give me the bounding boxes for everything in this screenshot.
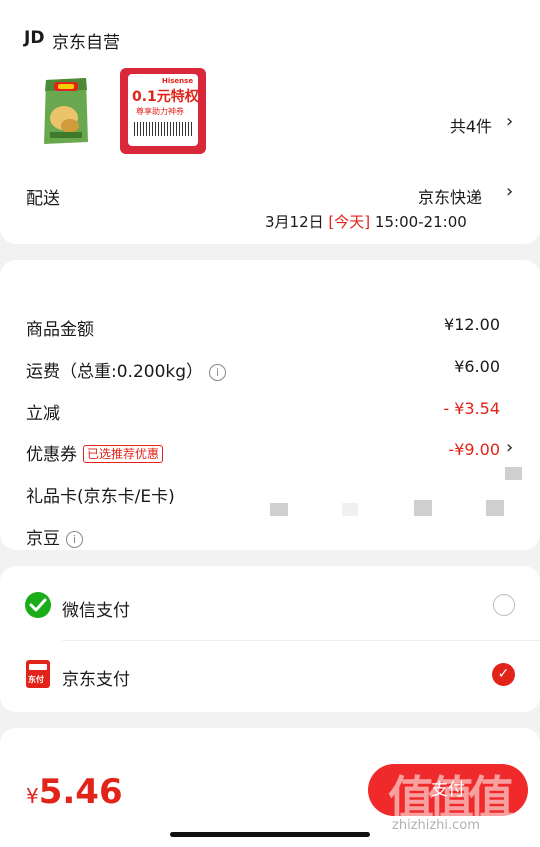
- beans-label: 京豆: [26, 529, 60, 549]
- total-price: ¥5.46: [26, 772, 123, 812]
- delivery-label: 配送: [26, 189, 60, 209]
- coupon-brand: Hisense: [162, 77, 194, 85]
- giftcard-label[interactable]: 礼品卡(京东卡/E卡): [26, 482, 175, 507]
- jd-pay-radio-checked[interactable]: ✓: [492, 663, 515, 686]
- giftcard-placeholder: [505, 467, 522, 480]
- watermark-domain: zhizhizhi.com: [392, 818, 480, 833]
- jd-pay-icon: 东付: [26, 660, 50, 688]
- coupon-label: 优惠券: [26, 445, 77, 465]
- delivery-window: 15:00-21:00: [374, 213, 467, 231]
- goods-amount-label: 商品金额: [26, 320, 94, 340]
- goods-amount-value: ¥12.00: [444, 315, 500, 334]
- wechat-pay-radio[interactable]: [493, 594, 515, 616]
- masked-block: [270, 503, 288, 516]
- currency-symbol: ¥: [26, 784, 39, 808]
- chevron-right-icon[interactable]: ›: [506, 111, 513, 132]
- masked-block: [342, 503, 358, 516]
- product-thumb-coupon[interactable]: Hisense 0.1元特权 尊享助力神券: [120, 68, 206, 154]
- shipping-label: 运费（总重:0.200kg）: [26, 362, 204, 382]
- wechat-pay-label[interactable]: 微信支付: [62, 596, 130, 621]
- shop-name: 京东自营: [52, 33, 120, 53]
- coupon-tag: 已选推荐优惠: [83, 445, 164, 463]
- chevron-right-icon[interactable]: ›: [506, 437, 513, 458]
- chevron-right-icon[interactable]: ›: [506, 181, 513, 202]
- delivery-method[interactable]: 京东快递: [418, 184, 482, 208]
- coupon-value[interactable]: -¥9.00: [448, 440, 500, 459]
- home-indicator[interactable]: [170, 832, 370, 837]
- info-icon[interactable]: i: [209, 364, 227, 381]
- divider: [62, 640, 540, 641]
- coupon-sub: 尊享助力神券: [136, 107, 184, 116]
- wechat-pay-icon: [24, 591, 52, 619]
- jd-pay-label[interactable]: 京东支付: [62, 665, 130, 690]
- jd-pay-icon-text: 东付: [28, 675, 44, 684]
- coupon-headline: 0.1元特权: [132, 89, 199, 105]
- shipping-value: ¥6.00: [454, 357, 500, 376]
- reduce-label: 立减: [26, 404, 60, 424]
- total-amount: 5.46: [38, 772, 123, 812]
- masked-block: [486, 500, 504, 516]
- shipping-row: 运费（总重:0.200kg） i: [26, 357, 227, 382]
- product-thumb-chips[interactable]: [40, 76, 92, 146]
- coupon-row[interactable]: 优惠券 已选推荐优惠: [26, 440, 164, 465]
- jd-logo: JD: [24, 28, 45, 48]
- beans-row: 京豆 i: [26, 524, 83, 549]
- delivery-date: 3月12日: [265, 213, 324, 231]
- delivery-today-tag: [今天]: [328, 213, 371, 231]
- payment-card: [0, 566, 540, 712]
- info-icon[interactable]: i: [66, 531, 83, 548]
- reduce-value: - ¥3.54: [443, 399, 500, 418]
- coupon-barcode: [134, 122, 192, 136]
- delivery-time[interactable]: 3月12日 [今天] 15:00-21:00: [265, 211, 467, 232]
- items-total[interactable]: 共4件: [450, 113, 492, 137]
- masked-block: [414, 500, 432, 516]
